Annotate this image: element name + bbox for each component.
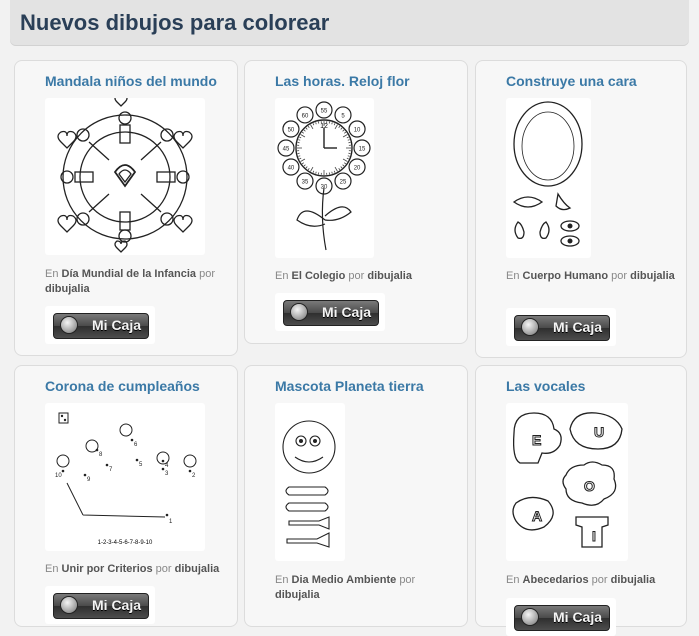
mi-caja-button[interactable]: Mi Caja	[53, 313, 149, 339]
category-link[interactable]: Unir por Criterios	[62, 563, 153, 575]
clock-number: 50	[288, 128, 295, 134]
mi-caja-button[interactable]: Mi Caja	[283, 300, 379, 326]
mi-caja-label: Mi Caja	[553, 319, 602, 335]
card-meta: En El Colegio por dibujalia	[275, 269, 460, 284]
circle-icon	[522, 609, 538, 625]
circle-icon	[291, 304, 307, 320]
mi-caja-label: Mi Caja	[92, 317, 141, 333]
clock-number: 20	[354, 166, 361, 172]
dot-number: 1	[169, 519, 173, 525]
dot	[84, 474, 87, 477]
mi-caja-button-wrap: Mi Caja	[506, 598, 616, 636]
card-title[interactable]: Corona de cumpleaños	[45, 378, 200, 394]
dot-number: 10	[55, 473, 62, 479]
page-header: Nuevos dibujos para colorear	[10, 0, 689, 46]
card-meta: En Abecedarios por dibujalia	[506, 573, 691, 588]
clock-number: 40	[288, 166, 295, 172]
mi-caja-label: Mi Caja	[92, 597, 141, 613]
clock-number: 35	[302, 180, 309, 186]
vowel-letter: I	[592, 528, 596, 544]
drawing-card: Las horas. Reloj flor 55 60 5 50 10 45 15 40 20 3…	[244, 60, 468, 344]
card-meta: En Dia Medio Ambiente por dibujalia	[275, 573, 460, 603]
dots-caption: 1-2-3-4-5-6-7-8-9-10	[98, 540, 153, 546]
dot	[131, 439, 134, 442]
drawing-thumbnail[interactable]: 55605501045154020353025 12	[275, 98, 374, 258]
mi-caja-button-wrap: Mi Caja	[506, 308, 616, 346]
vowel-letter: U	[594, 424, 604, 440]
dot	[189, 470, 192, 473]
clock-number: 10	[354, 128, 361, 134]
author-link[interactable]: dibujalia	[630, 270, 675, 282]
mi-caja-button-wrap: Mi Caja	[45, 586, 155, 624]
card-title[interactable]: Las vocales	[506, 378, 585, 394]
circle-icon	[61, 597, 77, 613]
dot-number: 9	[87, 477, 91, 483]
clock-number: 60	[302, 113, 309, 119]
drawing-card: Mandala niños del mundo	[14, 60, 238, 356]
clock-center-label: 12	[320, 123, 328, 130]
dot-number: 3	[165, 471, 169, 477]
category-link[interactable]: Día Mundial de la Infancia	[62, 268, 196, 280]
drawing-thumbnail[interactable]	[506, 98, 591, 258]
mi-caja-button[interactable]: Mi Caja	[514, 315, 610, 341]
dot	[162, 460, 165, 463]
clock-number: 5	[341, 113, 345, 119]
clock-number: 55	[321, 109, 328, 115]
circle-icon	[61, 317, 77, 333]
card-meta: En Día Mundial de la Infancia por dibuja…	[45, 267, 230, 297]
author-link[interactable]: dibujalia	[45, 283, 90, 295]
dot-number: 5	[139, 462, 143, 468]
category-link[interactable]: Cuerpo Humano	[523, 270, 609, 282]
clock-number: 15	[359, 147, 366, 153]
vowel-letter: O	[584, 478, 595, 494]
drawing-thumbnail[interactable]: 1 2 3 4 5 6 7 8 9 10 1-2-3-4-5-6-7-8-9-10	[45, 403, 205, 551]
drawing-thumbnail[interactable]	[275, 403, 345, 561]
card-title[interactable]: Las horas. Reloj flor	[275, 73, 410, 89]
drawing-card: Mascota Planeta tierra En Dia Medio Ambi…	[244, 365, 468, 627]
dot	[96, 449, 99, 452]
vowel-letter: E	[532, 432, 541, 448]
drawing-thumbnail[interactable]	[45, 98, 205, 255]
drawing-thumbnail[interactable]: A E I O U	[506, 403, 628, 561]
card-title[interactable]: Construye una cara	[506, 73, 637, 89]
author-link[interactable]: dibujalia	[275, 589, 320, 601]
dot	[136, 459, 139, 462]
author-link[interactable]: dibujalia	[367, 270, 412, 282]
mi-caja-label: Mi Caja	[322, 304, 371, 320]
mi-caja-button-wrap: Mi Caja	[275, 293, 385, 331]
mi-caja-label: Mi Caja	[553, 609, 602, 625]
author-link[interactable]: dibujalia	[175, 563, 220, 575]
circle-icon	[522, 319, 538, 335]
dot	[62, 470, 65, 473]
dot-number: 7	[109, 467, 113, 473]
dot-number: 2	[192, 473, 196, 479]
clock-number: 45	[283, 147, 290, 153]
dot-number: 8	[99, 452, 103, 458]
mi-caja-button[interactable]: Mi Caja	[514, 605, 610, 631]
page-title: Nuevos dibujos para colorear	[20, 10, 329, 36]
category-link[interactable]: Dia Medio Ambiente	[292, 574, 397, 586]
category-link[interactable]: Abecedarios	[523, 574, 589, 586]
clock-number: 25	[340, 180, 347, 186]
mi-caja-button[interactable]: Mi Caja	[53, 593, 149, 619]
dot	[106, 464, 109, 467]
dot	[166, 514, 169, 517]
author-link[interactable]: dibujalia	[611, 574, 656, 586]
drawing-card: Corona de cumpleaños 1 2 3 4 5 6 7 8 9 10 1-2-3-4…	[14, 365, 238, 627]
card-meta: En Unir por Criterios por dibujalia	[45, 562, 230, 577]
drawing-card: Construye una cara En Cuerpo Humano por …	[475, 60, 687, 358]
drawing-card: Las vocales AEIOU En Abecedarios por dib…	[475, 365, 687, 627]
card-title[interactable]: Mandala niños del mundo	[45, 73, 217, 89]
card-title[interactable]: Mascota Planeta tierra	[275, 378, 424, 394]
dot-number: 6	[134, 442, 138, 448]
card-meta: En Cuerpo Humano por dibujalia	[506, 269, 691, 284]
category-link[interactable]: El Colegio	[292, 270, 346, 282]
dot	[162, 468, 165, 471]
mi-caja-button-wrap: Mi Caja	[45, 306, 155, 344]
vowel-letter: A	[532, 508, 542, 524]
dot-number: 4	[165, 463, 169, 469]
